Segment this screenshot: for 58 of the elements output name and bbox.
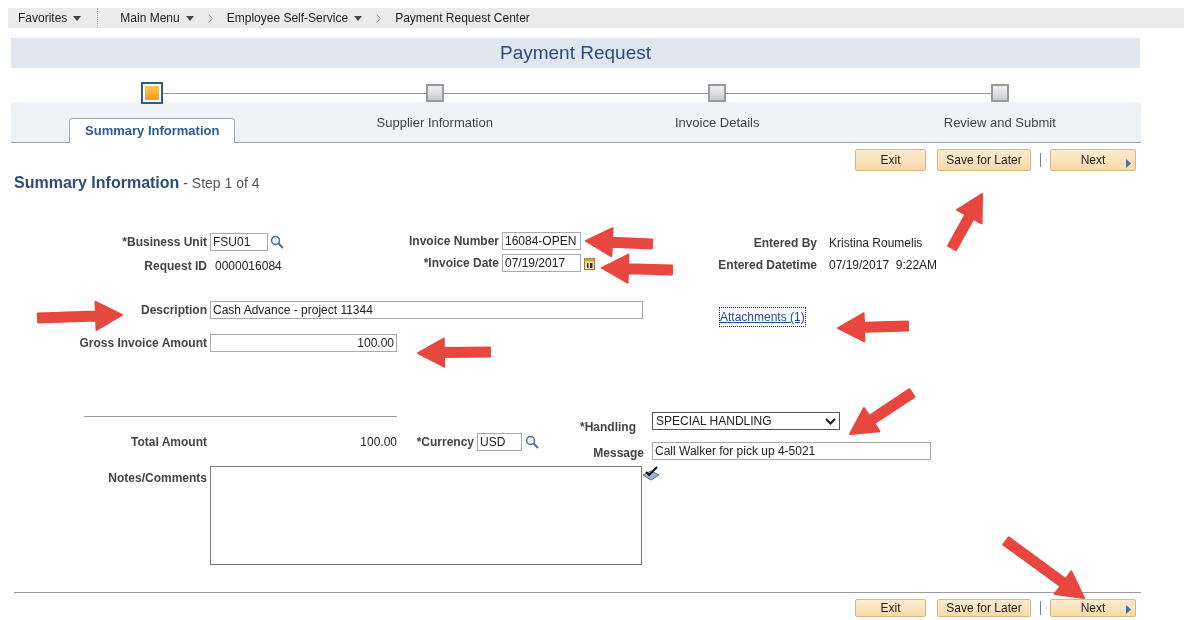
field-label: Message: [593, 445, 644, 462]
input-field[interactable]: FSU01: [210, 233, 268, 251]
caret-icon[interactable]: [354, 15, 363, 21]
chevron-down-icon: [825, 417, 836, 425]
caret-icon[interactable]: [185, 15, 194, 21]
notes-textarea[interactable]: [210, 466, 642, 565]
annotation-arrow: [849, 388, 916, 435]
step-tab[interactable]: Summary Information: [69, 118, 236, 143]
annotation-arrow: [585, 227, 654, 258]
search-icon[interactable]: [525, 435, 539, 449]
step-tab[interactable]: Review and Submit: [943, 112, 1056, 132]
search-icon[interactable]: [270, 235, 284, 249]
field-value: 100.00: [359, 434, 397, 451]
next-button[interactable]: Next: [1050, 599, 1136, 617]
field-label: *Business Unit: [122, 234, 207, 251]
input-field[interactable]: Call Walker for pick up 4-5021: [652, 442, 931, 460]
field-value: 0000016084: [215, 258, 282, 275]
field-label: *Handling: [580, 419, 636, 436]
step-tab[interactable]: Invoice Details: [674, 112, 760, 132]
breadcrumb-link[interactable]: Payment Request Center: [395, 9, 530, 27]
field-label: Total Amount: [131, 434, 207, 451]
field-label: Description: [141, 302, 207, 319]
breadcrumb-link[interactable]: Favorites: [18, 9, 68, 27]
chevron-icon: [376, 13, 382, 23]
field-label: Request ID: [144, 258, 207, 275]
exit-button[interactable]: Exit: [855, 149, 926, 171]
field-label: Notes/Comments: [108, 470, 207, 487]
breadcrumb-link[interactable]: Main Menu: [120, 9, 180, 27]
field-label: Entered By: [753, 235, 817, 252]
field-label: Invoice Number: [408, 233, 499, 250]
spell-check-icon[interactable]: [642, 466, 660, 482]
arrow-right-icon: [1126, 159, 1131, 168]
field-value: 07/19/2017 9:22AM: [829, 257, 938, 274]
attachments-link[interactable]: Attachments (1): [719, 307, 806, 327]
exit-button[interactable]: Exit: [855, 599, 926, 617]
field-label: *Currency: [416, 434, 474, 451]
input-field[interactable]: 16084-OPEN: [502, 232, 581, 250]
calendar-icon[interactable]: [584, 256, 595, 270]
field-label: *Invoice Date: [423, 255, 499, 272]
field-value: Kristina Roumelis: [829, 235, 923, 252]
breadcrumb-link[interactable]: Employee Self-Service: [226, 9, 349, 27]
dropdown-field[interactable]: SPECIAL HANDLING: [652, 412, 840, 430]
save-button[interactable]: Save for Later: [937, 149, 1031, 171]
page-heading: Summary Information - Step 1 of 4: [14, 173, 260, 193]
save-button[interactable]: Save for Later: [937, 599, 1031, 617]
input-field[interactable]: 07/19/2017: [502, 254, 581, 272]
annotation-arrow: [947, 193, 983, 252]
arrow-right-icon: [1126, 605, 1131, 614]
field-label: Gross Invoice Amount: [79, 335, 207, 352]
step-tab[interactable]: Supplier Information: [376, 112, 493, 132]
field-label: Entered Datetime: [718, 257, 817, 274]
chevron-icon: [207, 13, 213, 23]
input-field[interactable]: 100.00: [210, 334, 397, 352]
next-button[interactable]: Next: [1050, 149, 1136, 171]
caret-icon[interactable]: [73, 15, 82, 21]
input-field[interactable]: Cash Advance - project 11344: [210, 301, 643, 319]
page-title: Payment Request: [500, 40, 651, 65]
input-field[interactable]: USD: [477, 433, 522, 451]
